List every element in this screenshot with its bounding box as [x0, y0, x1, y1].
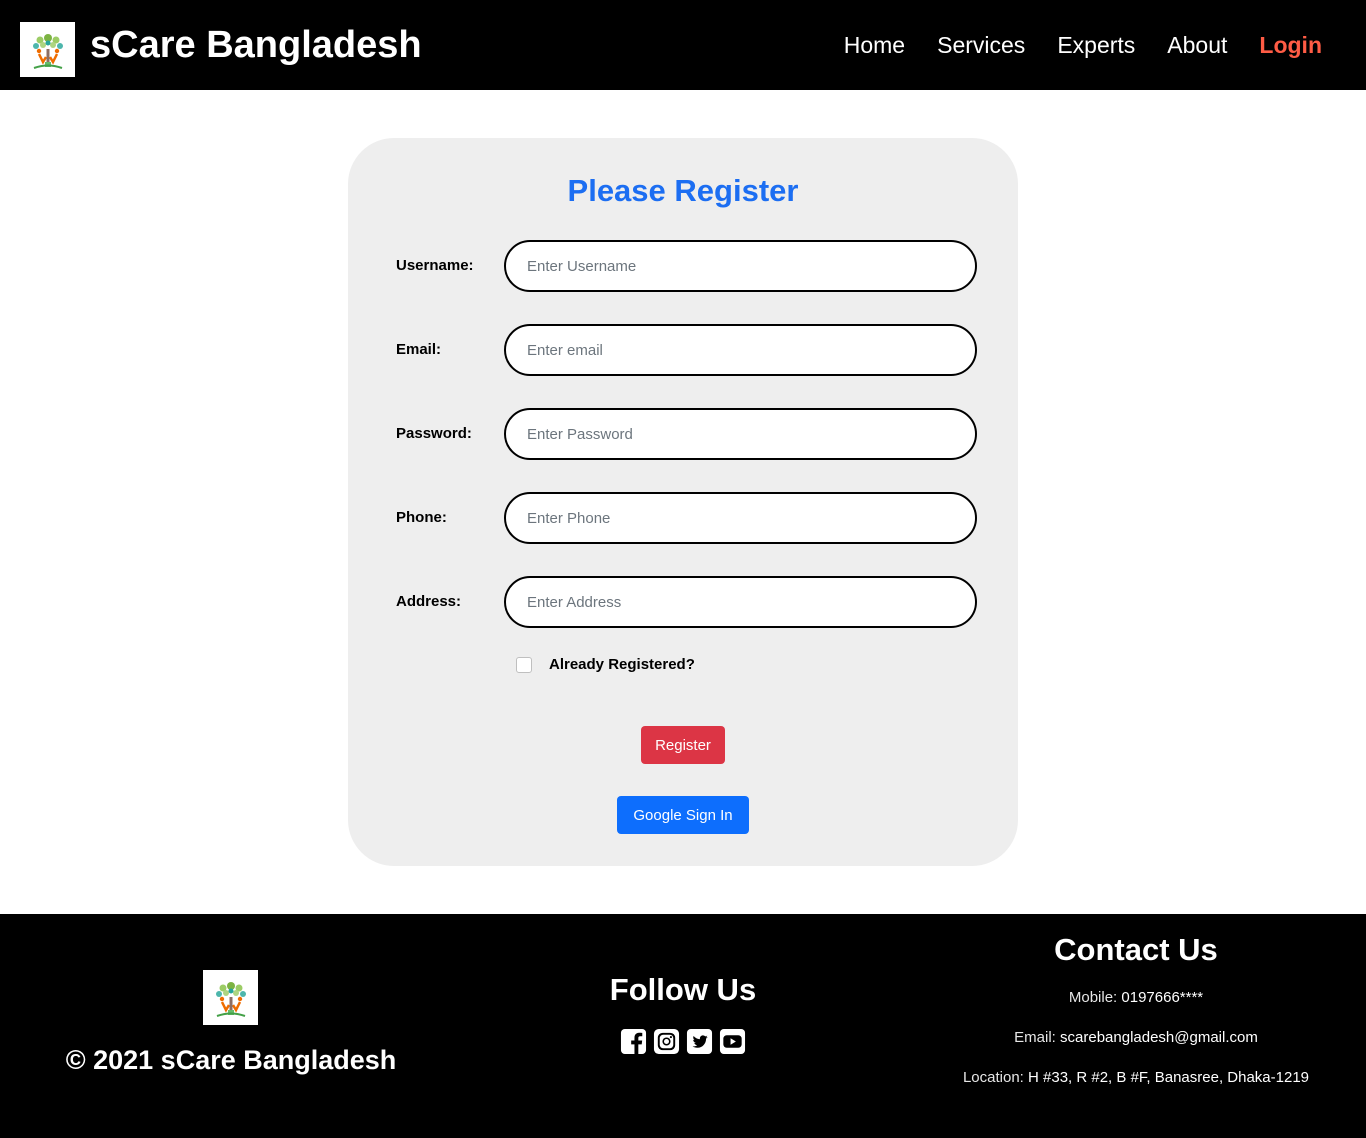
already-registered-label[interactable]: Already Registered?: [549, 655, 695, 675]
footer-logo: [203, 970, 258, 1025]
nav-links: Home Services Experts About Login: [844, 0, 1366, 90]
location-value: H #33, R #2, B #F, Banasree, Dhaka-1219: [1028, 1069, 1310, 1086]
tree-logo-icon: [215, 981, 246, 1017]
form-row-password: Password:: [396, 408, 978, 460]
form-title: Please Register: [567, 173, 799, 208]
mobile-label: Mobile:: [1068, 989, 1118, 1006]
email-input[interactable]: [504, 324, 977, 376]
register-button[interactable]: Register: [641, 726, 725, 764]
phone-label: Phone:: [396, 509, 447, 526]
follow-us-title: Follow Us: [609, 972, 757, 1007]
form-row-phone: Phone:: [396, 492, 978, 544]
email-value: scarebangladesh@gmail.com: [1060, 1029, 1258, 1046]
username-label: Username:: [396, 257, 474, 274]
youtube-icon[interactable]: [719, 1028, 746, 1055]
username-input[interactable]: [504, 240, 977, 292]
email-label: Email:: [1014, 1029, 1056, 1046]
password-label: Password:: [396, 425, 472, 442]
copyright-text: © 2021 sCare Bangladesh: [65, 1045, 397, 1075]
location-label: Location:: [962, 1069, 1024, 1086]
address-input[interactable]: [504, 576, 977, 628]
password-input[interactable]: [504, 408, 977, 460]
instagram-icon[interactable]: [653, 1028, 680, 1055]
nav-link-home[interactable]: Home: [844, 30, 905, 60]
already-registered-checkbox[interactable]: [516, 657, 532, 673]
form-row-address: Address:: [396, 576, 978, 628]
contact-mobile: Mobile: 0197666****: [906, 988, 1366, 1008]
form-row-email: Email:: [396, 324, 978, 376]
brand-title[interactable]: sCare Bangladesh: [90, 20, 422, 70]
google-sign-in-button[interactable]: Google Sign In: [617, 796, 749, 834]
already-registered-row: Already Registered?: [516, 654, 695, 676]
mobile-value: 0197666****: [1121, 989, 1204, 1006]
email-label: Email:: [396, 341, 442, 358]
brand-logo[interactable]: [20, 22, 75, 77]
form-row-username: Username:: [396, 240, 978, 292]
facebook-icon[interactable]: [620, 1028, 647, 1055]
address-label: Address:: [396, 593, 462, 610]
navbar: sCare Bangladesh Home Services Experts A…: [0, 0, 1366, 90]
nav-link-login[interactable]: Login: [1259, 30, 1322, 60]
contact-us-title: Contact Us: [1054, 932, 1218, 967]
social-links: [620, 1028, 746, 1056]
phone-input[interactable]: [504, 492, 977, 544]
contact-location: Location: H #33, R #2, B #F, Banasree, D…: [906, 1068, 1366, 1088]
tree-logo-icon: [32, 33, 63, 69]
twitter-icon[interactable]: [686, 1028, 713, 1055]
contact-email: Email: scarebangladesh@gmail.com: [906, 1028, 1366, 1048]
nav-link-about[interactable]: About: [1167, 30, 1227, 60]
nav-link-experts[interactable]: Experts: [1057, 30, 1135, 60]
nav-link-services[interactable]: Services: [937, 30, 1025, 60]
footer: © 2021 sCare Bangladesh Follow Us Contac…: [0, 914, 1366, 1138]
